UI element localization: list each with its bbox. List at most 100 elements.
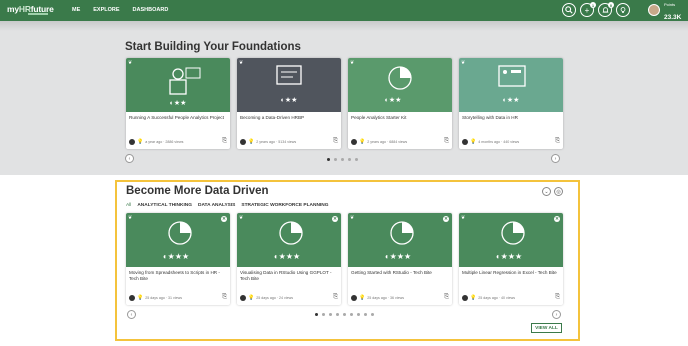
play-icon[interactable] (240, 294, 246, 301)
bookmark-icon[interactable]: ⎘ (222, 294, 227, 301)
course-card[interactable]: ❦ ✕ ◐★★★ Moving from Spreadsheets to Scr… (126, 213, 230, 305)
tab-analytical-thinking[interactable]: ANALYTICAL THINKING (137, 203, 192, 208)
top-nav: myHRfuture ME EXPLORE DASHBOARD +1 0 Poi… (0, 0, 688, 21)
carousel-dot[interactable] (336, 313, 339, 316)
card-title: Moving from Spreadsheets to Scripts in H… (129, 270, 220, 282)
lightbulb-icon: 💡 (359, 138, 366, 145)
carousel-dot[interactable] (343, 313, 346, 316)
bookmark-icon[interactable]: ⎘ (555, 138, 560, 145)
carousel-dot[interactable] (341, 158, 344, 161)
carousel-dot[interactable] (355, 158, 358, 161)
leaf-icon: ❦ (239, 60, 244, 66)
carousel-dots (327, 158, 358, 161)
close-icon[interactable]: ✕ (332, 216, 338, 222)
lightbulb-icon: 💡 (359, 294, 366, 301)
tab-all[interactable]: All (126, 203, 131, 208)
carousel-dot[interactable] (315, 313, 318, 316)
carousel-dot[interactable] (334, 158, 337, 161)
bookmark-icon[interactable]: ⎘ (333, 294, 338, 301)
course-card[interactable]: ❦ ◐★★ Running A Successful People Analyt… (126, 58, 230, 149)
play-icon[interactable] (240, 138, 246, 145)
carousel-next-button[interactable]: › (552, 310, 561, 319)
points-display[interactable]: Points 23.3K (664, 3, 681, 23)
tab-data-analysis[interactable]: DATA ANALYSIS (198, 203, 235, 208)
add-icon[interactable]: +1 (580, 2, 596, 17)
svg-text:◐★★: ◐★★ (385, 96, 402, 104)
pie-chart-head-icon: ◐★★ (385, 66, 412, 104)
data-driven-section: Become More Data Driven ⌄ ◎ All ANALYTIC… (115, 180, 580, 341)
card-thumbnail: ❦ ✕ ◐★★★ (348, 213, 452, 267)
card-title: Multiple Linear Regression in Excel - Te… (462, 270, 557, 275)
pie-chart-head-icon: ◐★★★ (163, 221, 192, 261)
bookmark-icon[interactable]: ⎘ (444, 138, 449, 145)
analyst-icon: ◐★★ (169, 67, 201, 107)
card-title: Running A Successful People Analytics Pr… (129, 115, 224, 120)
card-meta: 25 days ago · 31 views (145, 295, 182, 300)
carousel-dot[interactable] (348, 158, 351, 161)
svg-text:◐★★: ◐★★ (281, 96, 298, 104)
notification-bell-icon[interactable]: 0 (598, 2, 614, 17)
play-icon[interactable] (462, 294, 468, 301)
card-title: Storytelling with Data in HR (462, 115, 518, 120)
carousel-dots (315, 313, 374, 316)
course-card[interactable]: ❦ ◐★★ Becoming a Data-Driven HRBP 💡 2 yea… (237, 58, 341, 149)
nav-explore[interactable]: EXPLORE (93, 7, 119, 13)
carousel-dot[interactable] (357, 313, 360, 316)
card-thumbnail: ❦ ✕ ◐★★★ (237, 213, 341, 267)
svg-text:◐★★★: ◐★★★ (385, 252, 411, 261)
chevron-down-icon[interactable]: ⌄ (542, 187, 551, 196)
card-title: Getting Started with RStudio - Tech Bite (351, 270, 432, 275)
nav-dashboard[interactable]: DASHBOARD (133, 7, 169, 13)
tab-strategic-workforce-planning[interactable]: STRATEGIC WORKFORCE PLANNING (241, 203, 328, 208)
play-icon[interactable] (129, 294, 135, 301)
bookmark-icon[interactable]: ⎘ (222, 138, 227, 145)
notification-badge: 0 (608, 2, 614, 8)
lightbulb-icon: 💡 (470, 138, 477, 145)
leaf-icon: ❦ (461, 60, 466, 66)
view-all-button[interactable]: VIEW ALL (531, 323, 562, 333)
course-card[interactable]: ❦ ✕ ◐★★★ Getting Started with RStudio - … (348, 213, 452, 305)
carousel-next-button[interactable]: › (551, 154, 560, 163)
leaf-icon: ❦ (128, 215, 133, 221)
course-card[interactable]: ❦ ✕ ◐★★★ Multiple Linear Regression in E… (459, 213, 563, 305)
carousel-dot[interactable] (327, 158, 330, 161)
play-icon[interactable] (129, 138, 135, 145)
pie-chart-head-icon: ◐★★★ (274, 221, 303, 261)
lightbulb-icon: 💡 (470, 294, 477, 301)
close-icon[interactable]: ✕ (554, 216, 560, 222)
bookmark-icon[interactable]: ⎘ (444, 294, 449, 301)
course-card[interactable]: ❦ ◐★★ Storytelling with Data in HR 💡 4 mo… (459, 58, 563, 149)
avatar[interactable] (648, 4, 660, 16)
add-badge: 1 (590, 2, 596, 8)
card-thumbnail: ❦ ◐★★ (126, 58, 230, 112)
play-icon[interactable] (351, 138, 357, 145)
nav-me[interactable]: ME (72, 7, 80, 13)
carousel-dot[interactable] (322, 313, 325, 316)
card-meta: 4 months ago · 440 views (478, 139, 520, 144)
card-thumbnail: ❦ ◐★★ (348, 58, 452, 112)
logo-underline (28, 13, 48, 15)
bookmark-icon[interactable]: ⎘ (333, 138, 338, 145)
close-icon[interactable]: ✕ (221, 216, 227, 222)
foundations-section: Start Building Your Foundations ❦ ◐★★ Ru… (0, 21, 688, 175)
card-title: Becoming a Data-Driven HRBP (240, 115, 305, 120)
carousel-dot[interactable] (364, 313, 367, 316)
dashboard-icon: ◐★★ (276, 65, 302, 104)
carousel-dot[interactable] (350, 313, 353, 316)
card-thumbnail: ❦ ◐★★ (237, 58, 341, 112)
lightbulb-icon[interactable] (616, 3, 630, 17)
lightbulb-icon: 💡 (137, 138, 144, 145)
carousel-dot[interactable] (329, 313, 332, 316)
bookmark-icon[interactable]: ⎘ (555, 294, 560, 301)
play-icon[interactable] (351, 294, 357, 301)
card-title: Visualising Data in RStudio Using GGPLOT… (240, 270, 332, 282)
course-card[interactable]: ❦ ◐★★ People Analytics Starter Kit 💡 2 ye… (348, 58, 452, 149)
carousel-dot[interactable] (371, 313, 374, 316)
course-card[interactable]: ❦ ✕ ◐★★★ Visualising Data in RStudio Usi… (237, 213, 341, 305)
close-icon[interactable]: ✕ (443, 216, 449, 222)
carousel-prev-button[interactable]: ‹ (127, 310, 136, 319)
play-icon[interactable] (462, 138, 468, 145)
settings-icon[interactable]: ◎ (554, 187, 563, 196)
search-icon[interactable] (562, 3, 576, 17)
carousel-prev-button[interactable]: ‹ (125, 154, 134, 163)
